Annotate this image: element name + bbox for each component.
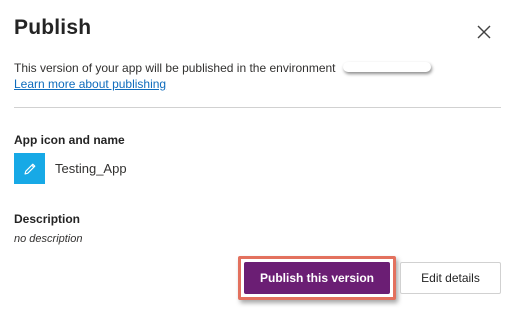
pencil-icon — [23, 163, 35, 175]
divider — [14, 107, 501, 108]
publish-this-version-button[interactable]: Publish this version — [244, 262, 390, 294]
description-label: Description — [14, 212, 81, 226]
publish-intro: This version of your app will be publish… — [14, 61, 431, 75]
environment-name-redacted — [342, 61, 431, 72]
app-icon[interactable] — [14, 153, 45, 184]
close-icon — [477, 25, 491, 39]
dialog-title: Publish — [14, 16, 92, 39]
close-button[interactable] — [474, 22, 494, 42]
app-name: Testing_App — [55, 161, 127, 176]
edit-details-button[interactable]: Edit details — [400, 262, 501, 294]
learn-more-link[interactable]: Learn more about publishing — [14, 77, 166, 91]
publish-dialog: Publish This version of your app will be… — [0, 0, 514, 309]
intro-text: This version of your app will be publish… — [14, 61, 336, 75]
description-value: no description — [14, 233, 83, 245]
app-icon-name-label: App icon and name — [14, 133, 125, 147]
